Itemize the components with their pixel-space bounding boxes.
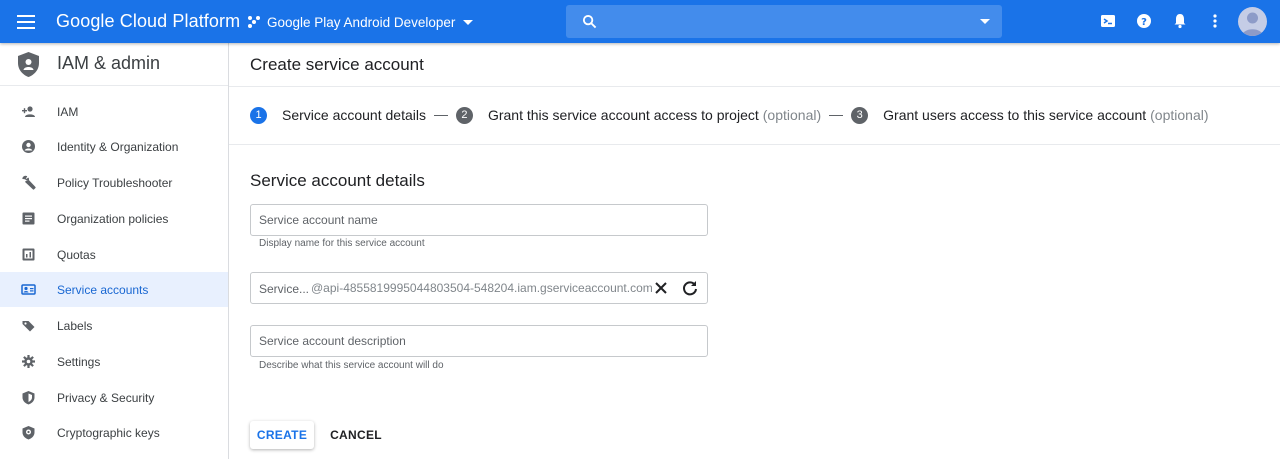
user-avatar[interactable] bbox=[1238, 7, 1267, 36]
sidebar-item-label: Settings bbox=[57, 354, 101, 369]
step-number: 3 bbox=[851, 106, 869, 124]
search-icon bbox=[582, 14, 597, 29]
label-icon bbox=[22, 321, 35, 332]
service-account-name-field[interactable] bbox=[250, 204, 708, 236]
sidebar-item-privacy-security[interactable]: Privacy & Security bbox=[0, 380, 228, 415]
project-dots-icon bbox=[248, 16, 260, 28]
cloud-shell-icon[interactable] bbox=[1099, 12, 1117, 30]
step-optional: (optional) bbox=[762, 107, 822, 123]
step-label: Grant this service account access to pro… bbox=[487, 107, 759, 123]
step-3[interactable]: 3 Grant users access to this service acc… bbox=[851, 106, 1209, 124]
more-vert-icon[interactable] bbox=[1206, 12, 1224, 30]
refresh-icon[interactable] bbox=[681, 279, 699, 297]
step-label: Service account details bbox=[282, 107, 426, 123]
project-selector[interactable]: Google Play Android Developer bbox=[247, 12, 474, 32]
top-app-bar: Google Cloud Platform Google Play Androi… bbox=[0, 0, 1280, 43]
step-separator bbox=[433, 114, 448, 116]
service-account-id-suffix: @api-4855819995044803504-548204.iam.gser… bbox=[311, 281, 653, 295]
brand-logo[interactable]: Google Cloud Platform bbox=[56, 11, 240, 32]
service-account-name-input[interactable] bbox=[251, 205, 707, 235]
cancel-button[interactable]: CANCEL bbox=[324, 421, 388, 449]
sidebar-item-label: IAM bbox=[57, 104, 79, 119]
key-shield-icon bbox=[22, 426, 35, 440]
svg-text:?: ? bbox=[1141, 17, 1147, 28]
search-dropdown-icon[interactable] bbox=[980, 19, 990, 24]
sidebar-item-iam[interactable]: IAM bbox=[0, 94, 228, 129]
sidebar-item-label: Cryptographic keys bbox=[57, 425, 160, 440]
search-bar[interactable] bbox=[566, 5, 1002, 38]
sidebar-title: IAM & admin bbox=[57, 53, 161, 73]
gear-icon bbox=[22, 355, 35, 368]
sidebar-item-settings[interactable]: Settings bbox=[0, 344, 228, 379]
sidebar-item-service-accounts[interactable]: Service accounts bbox=[0, 272, 228, 307]
sidebar-item-label: Quotas bbox=[57, 247, 96, 262]
person-add-icon bbox=[22, 106, 35, 117]
avatar-person-icon bbox=[1242, 12, 1263, 36]
service-account-id-label: Service... bbox=[259, 282, 310, 296]
sidebar-item-identity-organization[interactable]: Identity & Organization bbox=[0, 129, 228, 164]
step-1[interactable]: 1 Service account details bbox=[250, 106, 426, 124]
sidebar-item-label: Labels bbox=[57, 318, 93, 333]
list-doc-icon bbox=[22, 212, 35, 225]
hamburger-menu-icon[interactable] bbox=[17, 11, 39, 33]
wrench-icon bbox=[22, 175, 36, 190]
sidebar-item-label: Identity & Organization bbox=[57, 139, 179, 154]
service-account-description-input[interactable] bbox=[251, 326, 707, 356]
sidebar-item-label: Organization policies bbox=[57, 211, 169, 226]
notifications-bell-icon[interactable] bbox=[1171, 12, 1189, 30]
sidebar-item-label: Policy Troubleshooter bbox=[57, 175, 173, 190]
sidebar-item-label: Service accounts bbox=[57, 282, 149, 297]
shield-icon bbox=[22, 391, 35, 405]
account-circle-icon bbox=[22, 140, 35, 153]
service-account-icon bbox=[21, 284, 36, 295]
divider bbox=[229, 144, 1280, 145]
sidebar-item-quotas[interactable]: Quotas bbox=[0, 237, 228, 272]
clear-icon[interactable] bbox=[653, 280, 669, 296]
sidebar-item-label: Privacy & Security bbox=[57, 390, 155, 405]
step-number: 2 bbox=[455, 106, 473, 124]
chevron-down-icon bbox=[463, 19, 474, 25]
sidebar-item-cryptographic-keys[interactable]: Cryptographic keys bbox=[0, 415, 228, 450]
quota-icon bbox=[22, 248, 35, 261]
step-optional: (optional) bbox=[1150, 107, 1209, 123]
step-2[interactable]: 2 Grant this service account access to p… bbox=[455, 106, 822, 124]
create-button[interactable]: CREATE bbox=[250, 421, 314, 449]
step-number: 1 bbox=[250, 106, 267, 124]
project-name: Google Play Android Developer bbox=[267, 14, 456, 30]
name-hint: Display name for this service account bbox=[259, 238, 425, 249]
section-title: Service account details bbox=[250, 171, 425, 190]
step-label: Grant users access to this service accou… bbox=[883, 107, 1147, 123]
sidebar-item-organization-policies[interactable]: Organization policies bbox=[0, 201, 228, 236]
page-title: Create service account bbox=[250, 55, 424, 74]
sidebar-item-policy-troubleshooter[interactable]: Policy Troubleshooter bbox=[0, 165, 228, 200]
description-hint: Describe what this service account will … bbox=[259, 360, 444, 371]
iam-shield-icon bbox=[18, 52, 39, 77]
stepper: 1 Service account details 2 Grant this s… bbox=[250, 105, 1209, 125]
service-account-id-field[interactable]: Service... @api-4855819995044803504-5482… bbox=[250, 272, 708, 304]
service-account-description-field[interactable] bbox=[250, 325, 708, 357]
step-separator bbox=[829, 114, 844, 116]
sidebar-item-labels[interactable]: Labels bbox=[0, 308, 228, 343]
help-icon[interactable]: ? bbox=[1135, 12, 1153, 30]
divider bbox=[229, 86, 1280, 87]
